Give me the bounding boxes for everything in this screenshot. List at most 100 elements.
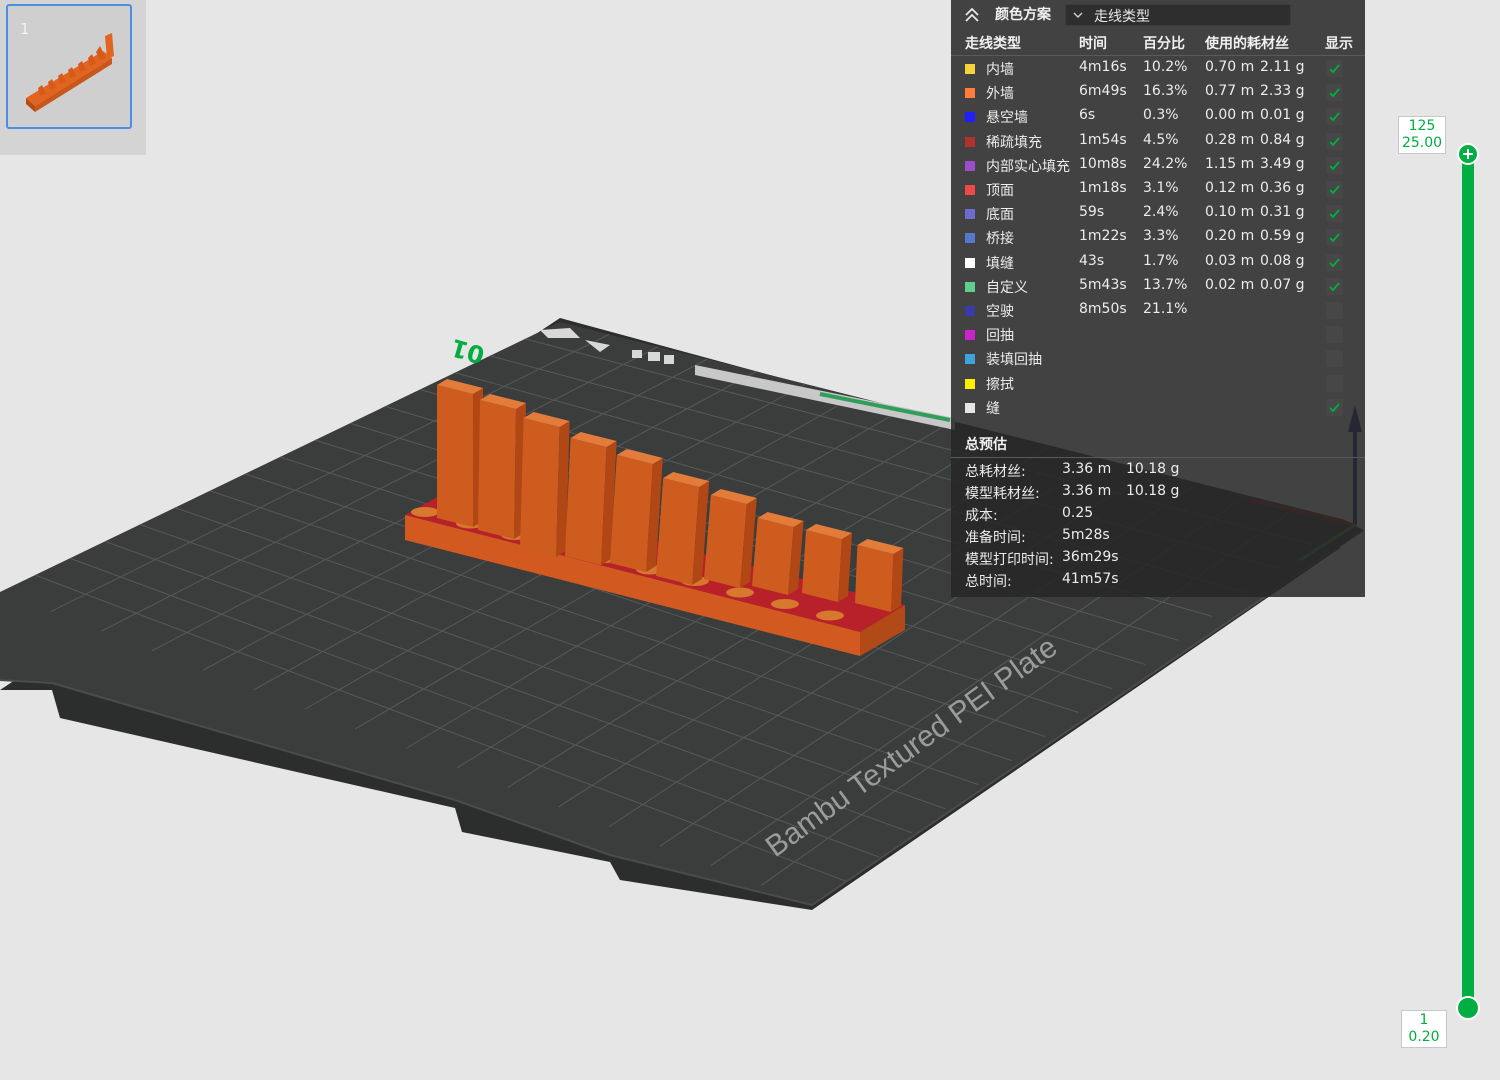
color-swatch [965, 209, 975, 220]
plus-icon [1463, 149, 1473, 159]
show-checkbox[interactable] [1326, 156, 1343, 174]
legend-row: 悬空墙 6s 0.3% 0.00 m 0.01 g [951, 105, 1365, 129]
show-checkbox[interactable] [1326, 302, 1343, 319]
bottom-layer-height: 0.20 [1408, 1029, 1440, 1045]
legend-time: 5m43s [1079, 276, 1127, 293]
plate-thumbnail[interactable]: 1 [6, 4, 132, 129]
legend-weight: 3.49 g [1260, 155, 1305, 172]
layer-slider-top-handle[interactable] [1457, 143, 1479, 165]
legend-weight: 0.31 g [1260, 204, 1305, 221]
legend-percent: 0.3% [1143, 107, 1179, 124]
show-checkbox[interactable] [1326, 374, 1343, 392]
summary-label: 成本: [965, 508, 998, 524]
legend-length: 0.00 m [1205, 107, 1255, 124]
legend-name: 回抽 [986, 328, 1014, 345]
legend-row: 自定义 5m43s 13.7% 0.02 m 0.07 g [951, 275, 1365, 299]
summary-v2: 10.18 g [1126, 483, 1180, 499]
legend-length: 0.03 m [1205, 252, 1255, 269]
divider [951, 55, 1365, 56]
show-checkbox[interactable] [1326, 398, 1343, 416]
show-checkbox[interactable] [1326, 350, 1343, 368]
legend-percent: 21.1% [1143, 301, 1188, 317]
legend-row: 缝 [951, 396, 1365, 420]
summary-label: 总耗材丝: [965, 464, 1026, 480]
color-swatch [965, 281, 975, 292]
legend-name: 擦拭 [986, 376, 1014, 393]
summary-label: 总时间: [965, 574, 1012, 590]
show-checkbox[interactable] [1326, 108, 1343, 126]
legend-time: 10m8s [1079, 155, 1127, 172]
legend-percent: 4.5% [1143, 131, 1179, 148]
check-icon [1329, 161, 1340, 171]
show-checkbox[interactable] [1326, 277, 1343, 295]
check-icon [1329, 137, 1340, 146]
summary-label: 模型打印时间: [965, 552, 1054, 568]
header-time: 时间 [1079, 36, 1107, 52]
layer-slider-bottom-handle[interactable] [1456, 996, 1480, 1020]
check-icon [1329, 258, 1340, 267]
legend-name: 底面 [986, 207, 1014, 224]
legend-length: 0.28 m [1205, 131, 1255, 148]
show-checkbox[interactable] [1326, 181, 1343, 198]
legend-weight: 0.59 g [1260, 228, 1305, 245]
legend-time: 43s [1079, 252, 1105, 269]
summary-label: 准备时间: [965, 530, 1026, 546]
show-checkbox[interactable] [1326, 229, 1343, 247]
summary-v1: 3.36 m [1062, 483, 1112, 499]
color-swatch [965, 88, 975, 99]
summary-v2: 10.18 g [1126, 461, 1180, 477]
layer-slider-track[interactable] [1462, 153, 1474, 1010]
legend-weight: 2.11 g [1260, 59, 1305, 75]
legend-percent: 13.7% [1143, 276, 1188, 293]
show-checkbox[interactable] [1326, 84, 1343, 102]
summary-row: 模型耗材丝: 3.36 m 10.18 g [951, 481, 1365, 503]
legend-panel: 颜色方案 走线类型 走线类型 时间 百分比 使用的耗材丝 显示 内墙 4m16s 1… [951, 0, 1365, 597]
summary-title: 总预估 [965, 437, 1007, 453]
model-thumbnail-icon [26, 33, 114, 112]
check-icon [1329, 64, 1340, 74]
show-checkbox[interactable] [1326, 132, 1343, 150]
collapse-chevron-icon[interactable] [963, 6, 981, 24]
top-layer-number: 125 [1408, 118, 1436, 134]
legend-row: 擦拭 [951, 372, 1365, 396]
color-swatch [965, 160, 975, 171]
legend-length: 0.12 m [1205, 180, 1255, 196]
summary-row: 准备时间: 5m28s [951, 525, 1365, 547]
legend-row: 装填回抽 [951, 347, 1365, 371]
color-scheme-dropdown[interactable]: 走线类型 [1065, 4, 1291, 26]
show-checkbox[interactable] [1326, 326, 1343, 344]
legend-length: 0.20 m [1205, 228, 1255, 245]
check-icon [1329, 209, 1340, 219]
legend-weight: 0.07 g [1260, 276, 1305, 293]
legend-name: 装填回抽 [986, 352, 1042, 369]
color-swatch [965, 64, 975, 74]
legend-weight: 0.36 g [1260, 180, 1305, 196]
header-filament: 使用的耗材丝 [1205, 36, 1289, 52]
summary-v1: 3.36 m [1062, 461, 1112, 477]
header-type: 走线类型 [965, 36, 1021, 52]
check-icon [1329, 233, 1340, 243]
legend-time: 1m22s [1079, 228, 1127, 245]
show-checkbox[interactable] [1326, 253, 1343, 271]
plate-thumbnail-panel: 1 [0, 0, 146, 155]
legend-row: 外墙 6m49s 16.3% 0.77 m 2.33 g [951, 81, 1365, 105]
legend-header: 颜色方案 走线类型 [951, 0, 1365, 30]
summary-v1: 0.25 [1062, 505, 1094, 521]
summary-row: 总耗材丝: 3.36 m 10.18 g [951, 459, 1365, 481]
legend-percent: 3.3% [1143, 228, 1179, 245]
show-checkbox[interactable] [1326, 205, 1343, 223]
legend-percent: 24.2% [1143, 155, 1188, 172]
bottom-layer-number: 1 [1419, 1012, 1429, 1028]
legend-time: 4m16s [1079, 59, 1127, 75]
color-scheme-value: 走线类型 [1094, 9, 1150, 25]
legend-row: 填缝 43s 1.7% 0.03 m 0.08 g [951, 251, 1365, 275]
legend-weight: 2.33 g [1260, 83, 1305, 100]
legend-weight: 0.01 g [1260, 107, 1305, 124]
legend-time: 6m49s [1079, 83, 1127, 100]
legend-length: 1.15 m [1205, 155, 1255, 172]
summary-row: 模型打印时间: 36m29s [951, 547, 1365, 569]
color-swatch [965, 257, 975, 268]
top-layer-label: 125 25.00 [1398, 116, 1446, 154]
show-checkbox[interactable] [1326, 60, 1343, 77]
legend-row: 底面 59s 2.4% 0.10 m 0.31 g [951, 202, 1365, 226]
